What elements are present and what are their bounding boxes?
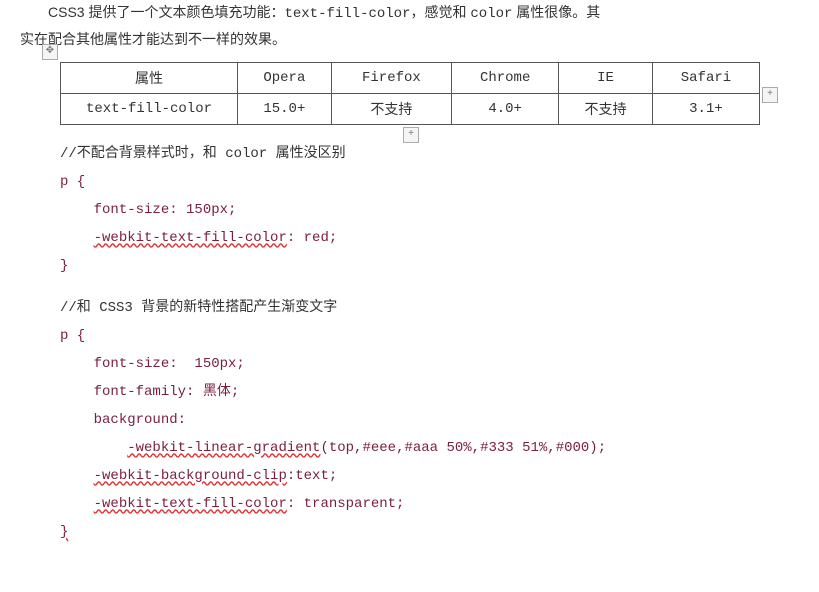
intro-paragraph: CSS3 提供了一个文本颜色填充功能：text-fill-color，感觉和 c… (20, 0, 799, 52)
code-brace: } (60, 524, 68, 540)
intro-text-2: ，感觉和 (411, 4, 471, 20)
move-icon[interactable]: ✥ (42, 44, 58, 60)
code-line: -webkit-linear-gradient (127, 440, 320, 456)
code-line: -webkit-text-fill-color (94, 496, 287, 512)
code-line: : red; (287, 230, 337, 246)
code-line: font-size: 150px; (94, 202, 237, 218)
intro-text-4: 实在配合其他属性才能达到不一样的效果。 (20, 31, 286, 47)
intro-prop: text-fill-color (284, 6, 410, 22)
code-line: font-size: 150px; (94, 356, 245, 372)
code-line: font-family: 黑体; (94, 384, 240, 400)
code-selector: p { (60, 328, 85, 344)
th-ie: IE (559, 63, 653, 94)
compat-table-wrap: ✥ + + 属性 Opera Firefox Chrome IE Safari … (60, 62, 760, 125)
th-opera: Opera (238, 63, 332, 94)
table-row: text-fill-color 15.0+ 不支持 4.0+ 不支持 3.1+ (61, 94, 760, 125)
td-chrome: 4.0+ (452, 94, 559, 125)
th-property: 属性 (61, 63, 238, 94)
th-safari: Safari (652, 63, 759, 94)
code-line: : transparent; (287, 496, 405, 512)
document-page: CSS3 提供了一个文本颜色填充功能：text-fill-color，感觉和 c… (0, 0, 819, 566)
code-line: (top,#eee,#aaa 50%,#333 51%,#000); (320, 440, 606, 456)
intro-colorword: color (470, 6, 512, 22)
code-line: :text; (287, 468, 337, 484)
code-line: -webkit-background-clip (94, 468, 287, 484)
td-safari: 3.1+ (652, 94, 759, 125)
th-firefox: Firefox (331, 63, 451, 94)
code-comment: //不配合背景样式时，和 color 属性没区别 (60, 146, 346, 162)
code-selector: p { (60, 174, 85, 190)
code-block-1: //不配合背景样式时，和 color 属性没区别 p { font-size: … (60, 140, 799, 280)
plus-icon[interactable]: + (762, 87, 778, 103)
intro-text-1: CSS3 提供了一个文本颜色填充功能： (48, 4, 284, 20)
table-header-row: 属性 Opera Firefox Chrome IE Safari (61, 63, 760, 94)
td-opera: 15.0+ (238, 94, 332, 125)
intro-text-3: 属性很像。其 (512, 4, 600, 20)
compat-table: 属性 Opera Firefox Chrome IE Safari text-f… (60, 62, 760, 125)
code-comment: //和 CSS3 背景的新特性搭配产生渐变文字 (60, 300, 337, 316)
code-line: background: (94, 412, 186, 428)
code-line: -webkit-text-fill-color (94, 230, 287, 246)
th-chrome: Chrome (452, 63, 559, 94)
td-ie: 不支持 (559, 94, 653, 125)
code-brace: } (60, 258, 68, 274)
td-property: text-fill-color (61, 94, 238, 125)
plus-icon[interactable]: + (403, 127, 419, 143)
td-firefox: 不支持 (331, 94, 451, 125)
code-block-2: //和 CSS3 背景的新特性搭配产生渐变文字 p { font-size: 1… (60, 294, 799, 546)
